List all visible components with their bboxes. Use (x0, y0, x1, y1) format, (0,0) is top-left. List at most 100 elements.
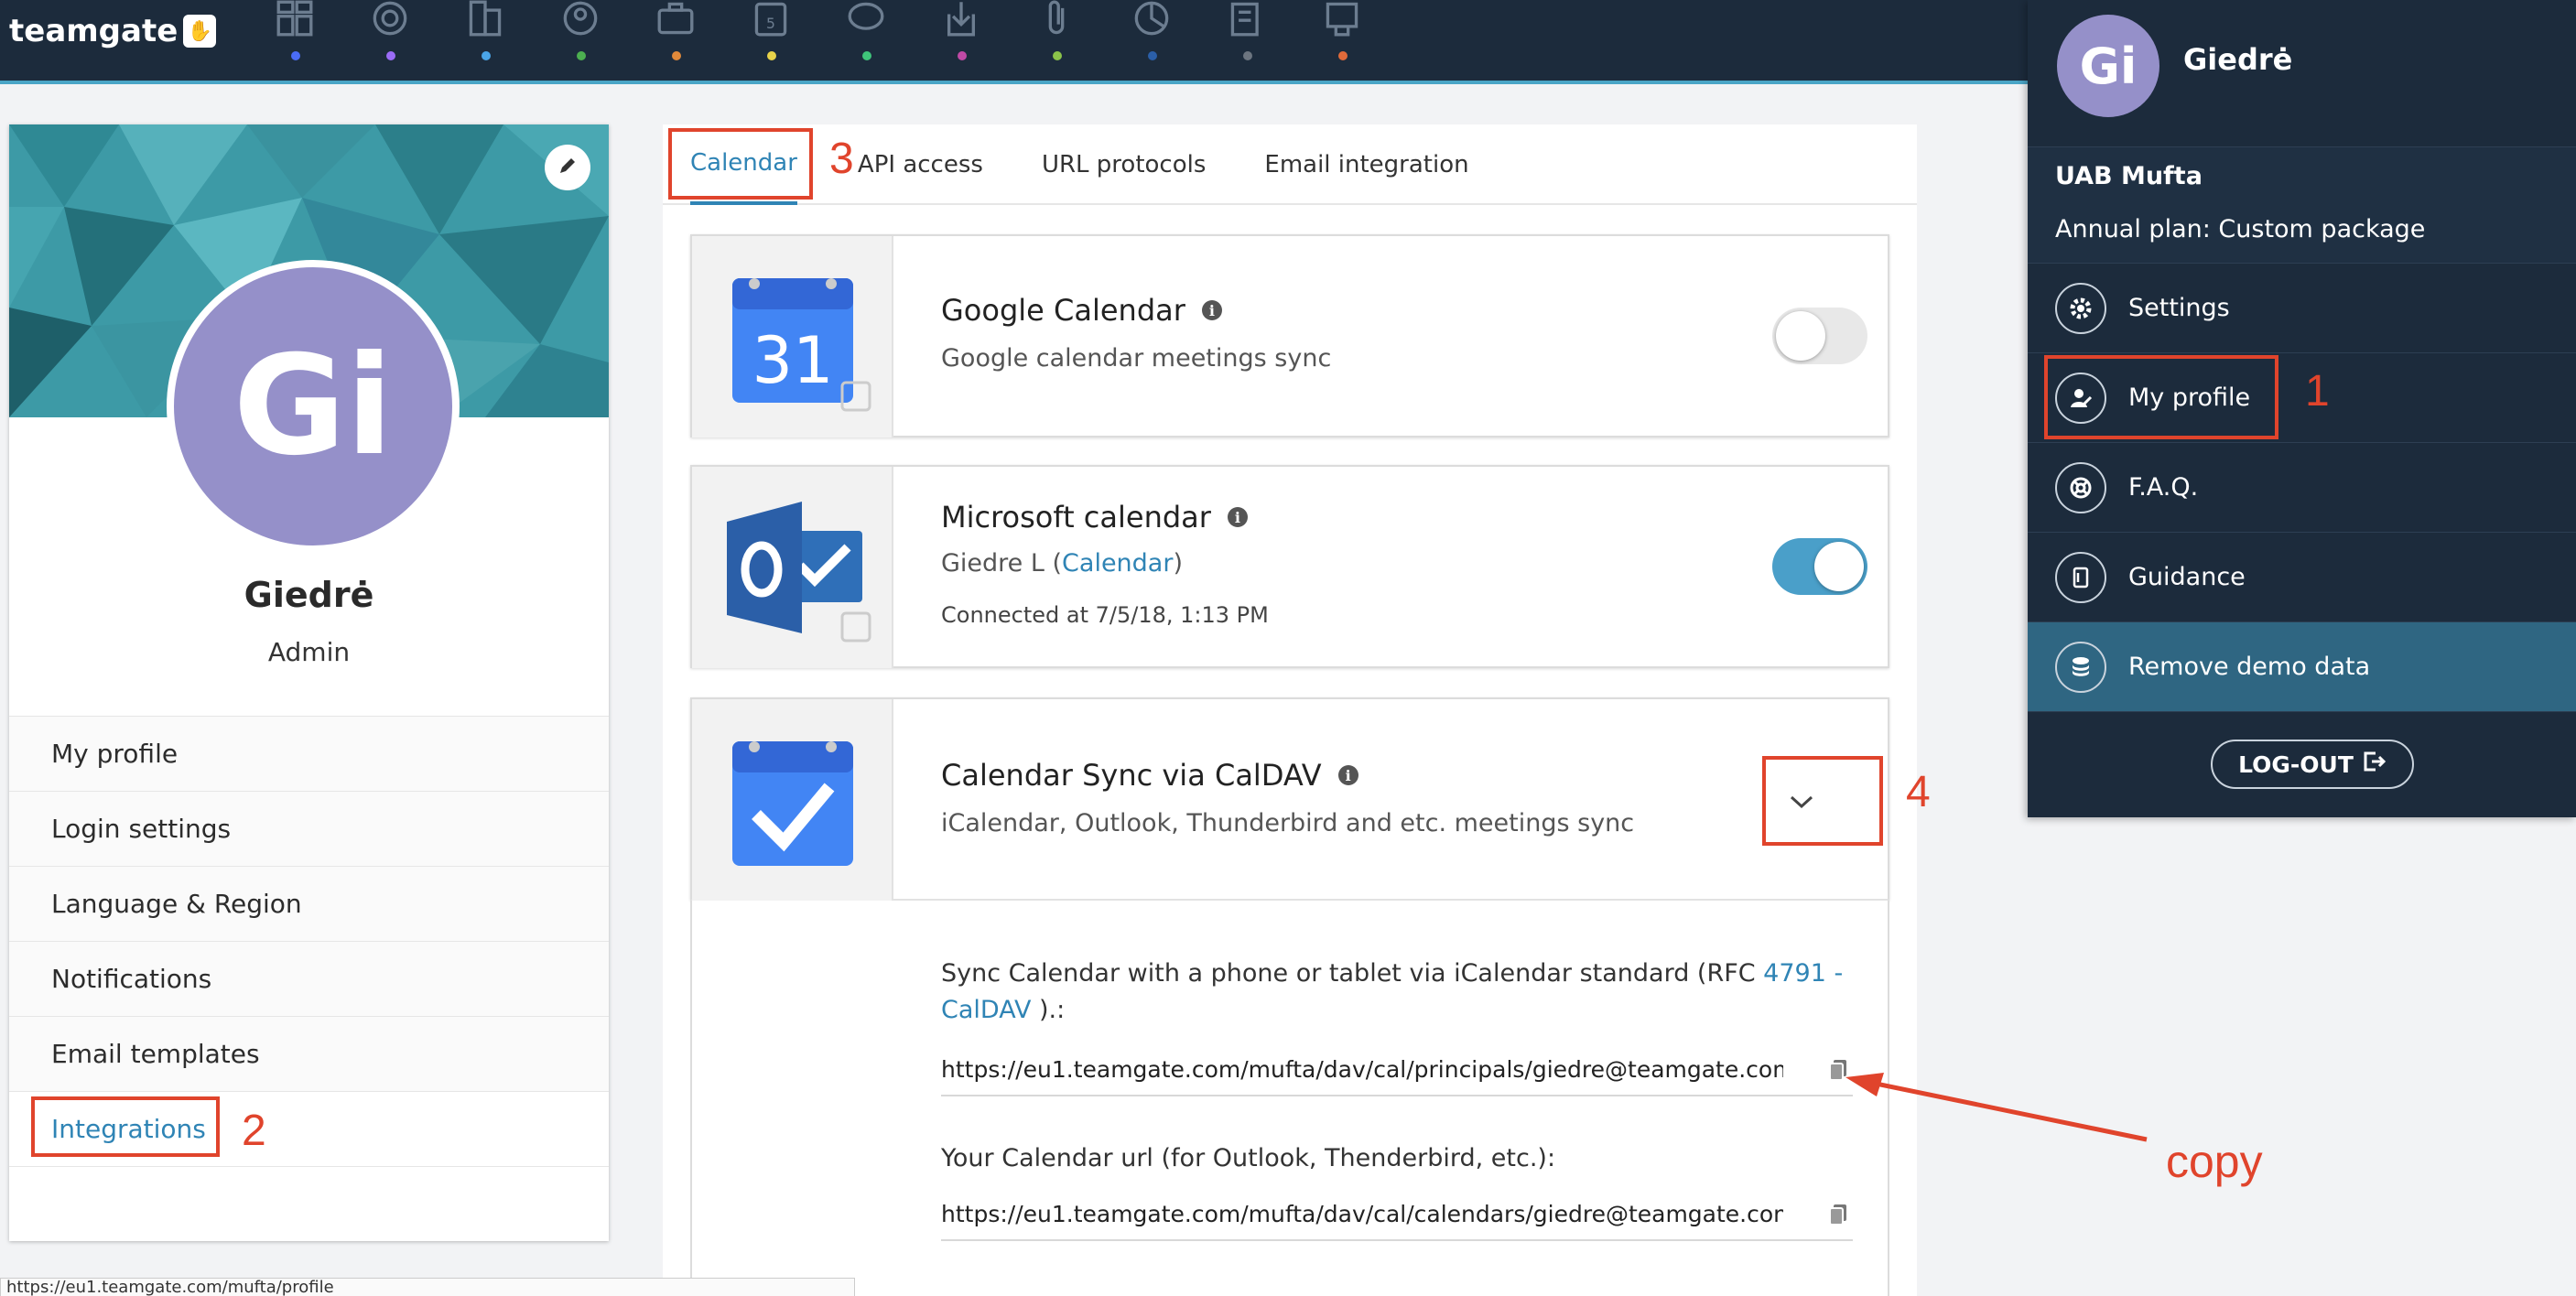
caldav-sync-text-suffix: ).: (1031, 996, 1066, 1024)
tab-url-protocols[interactable]: URL protocols (1042, 124, 1206, 205)
profile-name: Giedrė (244, 575, 374, 615)
edit-cover-button[interactable] (545, 145, 590, 190)
reports-icon (1134, 1, 1169, 36)
nav-item-reports[interactable] (1104, 0, 1199, 73)
side-menu-language-region[interactable]: Language & Region (9, 867, 609, 942)
import-icon (947, 2, 975, 37)
logo-text: teamgate (9, 13, 179, 49)
dropdown-item-remove-demo-data[interactable]: Remove demo data (2028, 622, 2576, 712)
logout-icon (2363, 751, 2387, 778)
tab-api-access[interactable]: API access (858, 124, 983, 205)
google-calendar-toggle[interactable] (1772, 308, 1867, 364)
nav-item-deals[interactable] (628, 0, 723, 73)
nav-item-target[interactable] (342, 0, 438, 73)
microsoft-account-name: Giedre L ( (941, 549, 1063, 578)
logout-button[interactable]: LOG-OUT (2211, 740, 2414, 789)
nav-item-dashboard[interactable] (247, 0, 342, 73)
nav-item-calendar[interactable]: 5 (723, 0, 818, 73)
info-icon[interactable]: i (1201, 300, 1222, 320)
nav-indicator-dot (386, 51, 395, 60)
caldav-description: iCalendar, Outlook, Thunderbird and etc.… (941, 809, 1635, 837)
google-calendar-description: Google calendar meetings sync (941, 344, 1332, 373)
contacts-icon (563, 1, 598, 36)
annotation-box-1 (2044, 355, 2278, 439)
dropdown-item-label: F.A.Q. (2128, 473, 2199, 502)
toggle-knob (1814, 542, 1864, 591)
microsoft-calendar-link[interactable]: Calendar (1062, 549, 1173, 578)
svg-text:5: 5 (766, 16, 775, 32)
side-menu-login-settings[interactable]: Login settings (9, 792, 609, 867)
caldav-title-text: Calendar Sync via CalDAV (941, 758, 1322, 793)
microsoft-calendar-thumbnail (692, 467, 893, 668)
profile-role: Admin (267, 637, 351, 667)
microsoft-calendar-toggle[interactable] (1772, 538, 1867, 595)
calendar-url-field[interactable]: https://eu1.teamgate.com/mufta/dav/cal/c… (941, 1188, 1853, 1241)
nav-item-forms[interactable] (1294, 0, 1390, 73)
profile-avatar[interactable]: Gi (167, 260, 460, 553)
nav-indicator-dot (767, 51, 776, 60)
info-icon[interactable]: i (1337, 765, 1358, 785)
guidance-icon (2055, 551, 2106, 603)
dropdown-item-label: Settings (2128, 294, 2230, 322)
calendar-url-label: Your Calendar url (for Outlook, Thenderb… (941, 1144, 1556, 1172)
nav-indicator-dot (1148, 51, 1157, 60)
calendar-day-text: 31 (752, 323, 833, 398)
dropdown-item-settings[interactable]: Settings (2028, 264, 2576, 353)
companies-icon (469, 0, 502, 37)
info-icon[interactable]: i (1227, 507, 1248, 527)
dropdown-item-label: Guidance (2128, 563, 2246, 591)
dropdown-item-guidance[interactable]: Guidance (2028, 533, 2576, 622)
database-icon (2055, 641, 2106, 693)
copy-icon[interactable] (1825, 1200, 1853, 1227)
target-icon (373, 1, 407, 36)
plan-name: Annual plan: Custom package (2055, 215, 2426, 243)
dropdown-company-section: UAB Mufta Annual plan: Custom package (2028, 146, 2576, 264)
nav-indicator-dot (862, 51, 871, 60)
caldav-details: Sync Calendar with a phone or tablet via… (690, 901, 1889, 1296)
annotation-box-2 (31, 1096, 220, 1157)
side-menu-email-templates[interactable]: Email templates (9, 1017, 609, 1092)
principal-url-field[interactable]: https://eu1.teamgate.com/mufta/dav/cal/p… (941, 1043, 1853, 1096)
caldav-sync-description: Sync Calendar with a phone or tablet via… (941, 956, 1856, 1029)
calendar-url[interactable]: https://eu1.teamgate.com/mufta/dav/cal/c… (941, 1201, 1783, 1227)
side-menu-my-profile[interactable]: My profile (9, 717, 609, 792)
annotation-number-1: 1 (2305, 367, 2330, 416)
microsoft-account-suffix: ) (1173, 549, 1184, 578)
teamgate-logo[interactable]: teamgate ✋ (9, 13, 217, 49)
dropdown-item-label: Remove demo data (2128, 653, 2371, 681)
dashboard-icon (276, 0, 313, 37)
annotation-number-2: 2 (242, 1107, 266, 1155)
dropdown-item-faq[interactable]: F.A.Q. (2028, 443, 2576, 533)
nav-item-attachment[interactable] (1009, 0, 1104, 73)
nav-indicator-dot (1053, 51, 1062, 60)
google-calendar-card: 31 Google Calendar i Google calendar mee… (690, 234, 1889, 437)
caldav-card: Calendar Sync via CalDAV i iCalendar, Ou… (690, 697, 1889, 901)
microsoft-connected-at: Connected at 7/5/18, 1:13 PM (941, 602, 1269, 628)
nav-item-chat[interactable] (818, 0, 914, 73)
annotation-box-4 (1762, 756, 1883, 846)
lifebuoy-icon (2055, 461, 2106, 513)
nav-item-notes[interactable] (1199, 0, 1294, 73)
annotation-number-4: 4 (1906, 768, 1931, 816)
google-calendar-thumbnail: 31 (692, 236, 893, 437)
dropdown-avatar[interactable]: Gi (2057, 15, 2159, 117)
nav-item-import[interactable] (914, 0, 1009, 73)
principal-url[interactable]: https://eu1.teamgate.com/mufta/dav/cal/p… (941, 1056, 1783, 1083)
dropdown-user-name: Giedrė (2183, 42, 2293, 77)
caldav-sync-text: Sync Calendar with a phone or tablet via… (941, 959, 1764, 988)
nav-indicator-dot (958, 51, 967, 60)
logo-hand-icon: ✋ (183, 15, 217, 48)
nav-item-companies[interactable] (438, 0, 533, 73)
nav-item-contacts[interactable] (533, 0, 628, 73)
toggle-knob (1776, 311, 1825, 361)
pencil-icon (557, 156, 578, 179)
microsoft-calendar-title-text: Microsoft calendar (941, 500, 1211, 535)
calendar-icon: 5 (754, 2, 787, 37)
main-nav: 5 (247, 0, 1390, 73)
tab-email-integration[interactable]: Email integration (1264, 124, 1468, 205)
microsoft-calendar-title: Microsoft calendar i (941, 500, 1248, 535)
caldav-title: Calendar Sync via CalDAV i (941, 758, 1358, 793)
side-menu-notifications[interactable]: Notifications (9, 942, 609, 1017)
nav-indicator-dot (1243, 51, 1252, 60)
notes-icon (1230, 2, 1259, 37)
